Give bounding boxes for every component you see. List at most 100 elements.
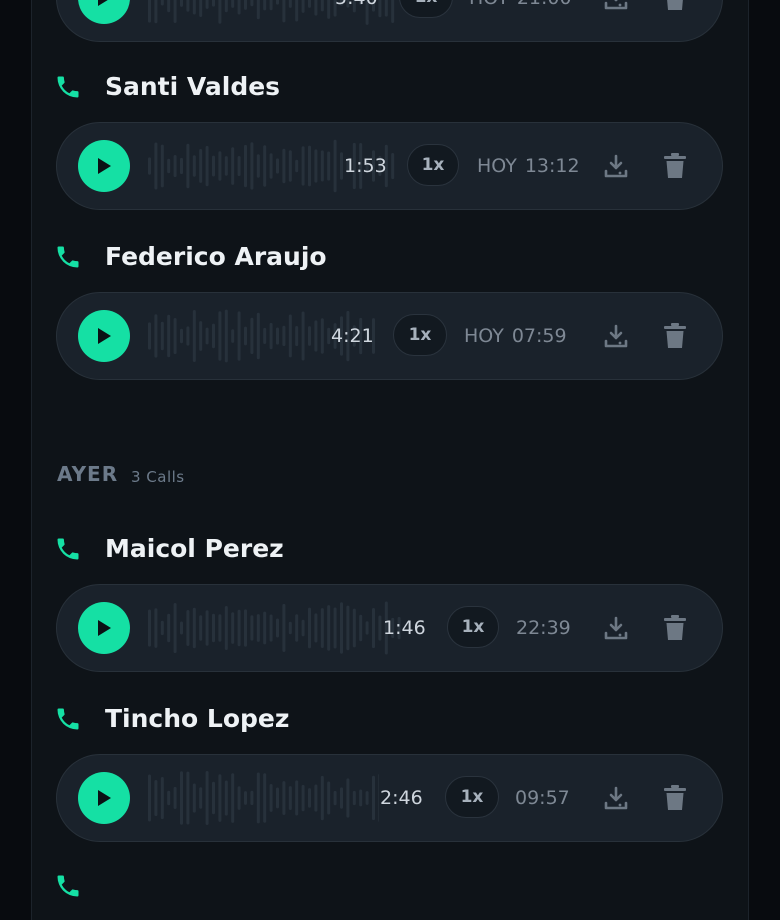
waveform-bar (308, 607, 311, 649)
waveform-bar (180, 157, 183, 175)
waveform[interactable] (147, 599, 403, 657)
waveform-bar (205, 610, 209, 646)
waveform-bar (320, 150, 324, 182)
waveform-bar (231, 773, 235, 823)
waveform-bar (320, 608, 324, 648)
waveform-bar (160, 321, 164, 351)
waveform-bar (301, 0, 305, 13)
phone-icon (57, 875, 79, 897)
waveform-bar (167, 790, 171, 806)
waveform-bar (212, 0, 215, 7)
caller-name: Maicol Perez (105, 534, 284, 563)
waveform-bar (263, 0, 267, 11)
download-icon[interactable] (602, 614, 630, 642)
call-duration: 2:46 (380, 787, 423, 809)
waveform-bar (186, 143, 190, 189)
waveform-bar (237, 786, 241, 810)
waveform-bar (288, 0, 292, 8)
download-icon[interactable] (602, 152, 630, 180)
waveform-bar (250, 142, 254, 190)
call-date: HOY 13:12 (477, 123, 580, 209)
waveform-bar (148, 609, 151, 647)
waveform-bar (224, 0, 228, 13)
waveform-bar (244, 609, 247, 647)
waveform-bar (340, 152, 343, 180)
waveform-bar (186, 0, 190, 12)
trash-icon[interactable] (663, 784, 687, 812)
waveform-bar (212, 781, 215, 815)
waveform-bar (276, 158, 279, 174)
waveform-bar (314, 0, 318, 16)
waveform-bar (199, 321, 203, 351)
audio-player: 4:21 1x HOY 07:59 (56, 292, 723, 380)
speed-button[interactable]: 1x (447, 606, 499, 648)
waveform-bar (154, 142, 158, 190)
download-icon[interactable] (602, 784, 630, 812)
waveform-bar (205, 145, 209, 187)
waveform-bar (154, 314, 158, 358)
waveform-bar (244, 144, 247, 188)
waveform-bar (276, 787, 279, 809)
waveform-bar (192, 0, 196, 15)
waveform-bar (237, 311, 241, 361)
trash-icon[interactable] (663, 322, 687, 350)
speed-button[interactable]: 1x (445, 776, 499, 818)
play-button[interactable] (78, 310, 130, 362)
waveform-bar (308, 0, 311, 8)
download-icon[interactable] (602, 0, 630, 12)
waveform-bar (340, 787, 343, 809)
play-button[interactable] (78, 772, 130, 824)
trash-icon[interactable] (663, 152, 687, 180)
call-date: HOY 07:59 (464, 293, 567, 379)
audio-player: 1:53 1x HOY 13:12 (56, 122, 723, 210)
waveform-bar (263, 145, 267, 187)
waveform-bar (256, 154, 260, 178)
waveform-bar (282, 603, 286, 652)
waveform-bar (205, 0, 209, 9)
waveform-bar (160, 0, 164, 6)
waveform-bar (365, 621, 369, 635)
play-icon (98, 158, 111, 174)
waveform-bar (244, 0, 247, 10)
download-icon[interactable] (602, 322, 630, 350)
waveform[interactable] (147, 769, 379, 827)
waveform-bar (199, 787, 203, 809)
play-button[interactable] (78, 0, 130, 24)
waveform-bar (346, 778, 350, 818)
trash-icon[interactable] (663, 614, 687, 642)
waveform-bar (180, 328, 183, 344)
waveform-bar (173, 318, 177, 355)
waveform-bar (237, 156, 241, 177)
play-button[interactable] (78, 140, 130, 192)
speed-button[interactable]: 1x (399, 0, 453, 18)
waveform-bar (231, 329, 235, 343)
waveform-bar (192, 155, 196, 177)
waveform-bar (199, 615, 203, 641)
waveform-bar (288, 621, 292, 635)
play-button[interactable] (78, 602, 130, 654)
waveform-bar (148, 0, 151, 23)
waveform-bar (378, 774, 379, 822)
waveform-bar (173, 603, 177, 654)
speed-button[interactable]: 1x (393, 314, 447, 356)
waveform-bar (327, 327, 331, 345)
waveform-bar (244, 326, 247, 346)
waveform-bar (160, 144, 164, 188)
call-time: 21:00 (517, 0, 572, 9)
waveform-bar (333, 607, 337, 649)
waveform-bar (295, 614, 299, 642)
waveform-bar (205, 771, 209, 825)
waveform-bar (288, 314, 292, 358)
waveform-bar (269, 322, 273, 350)
waveform-bar (231, 147, 235, 185)
waveform-bar (212, 613, 215, 643)
speed-button[interactable]: 1x (407, 144, 459, 186)
waveform-bar (352, 608, 356, 648)
waveform-bar (295, 159, 299, 173)
section-call-count: 3 Calls (131, 468, 185, 486)
waveform-bar (148, 322, 151, 350)
waveform-bar (282, 325, 286, 347)
trash-icon[interactable] (663, 0, 687, 12)
phone-icon (57, 76, 79, 98)
waveform-bar (352, 790, 356, 806)
